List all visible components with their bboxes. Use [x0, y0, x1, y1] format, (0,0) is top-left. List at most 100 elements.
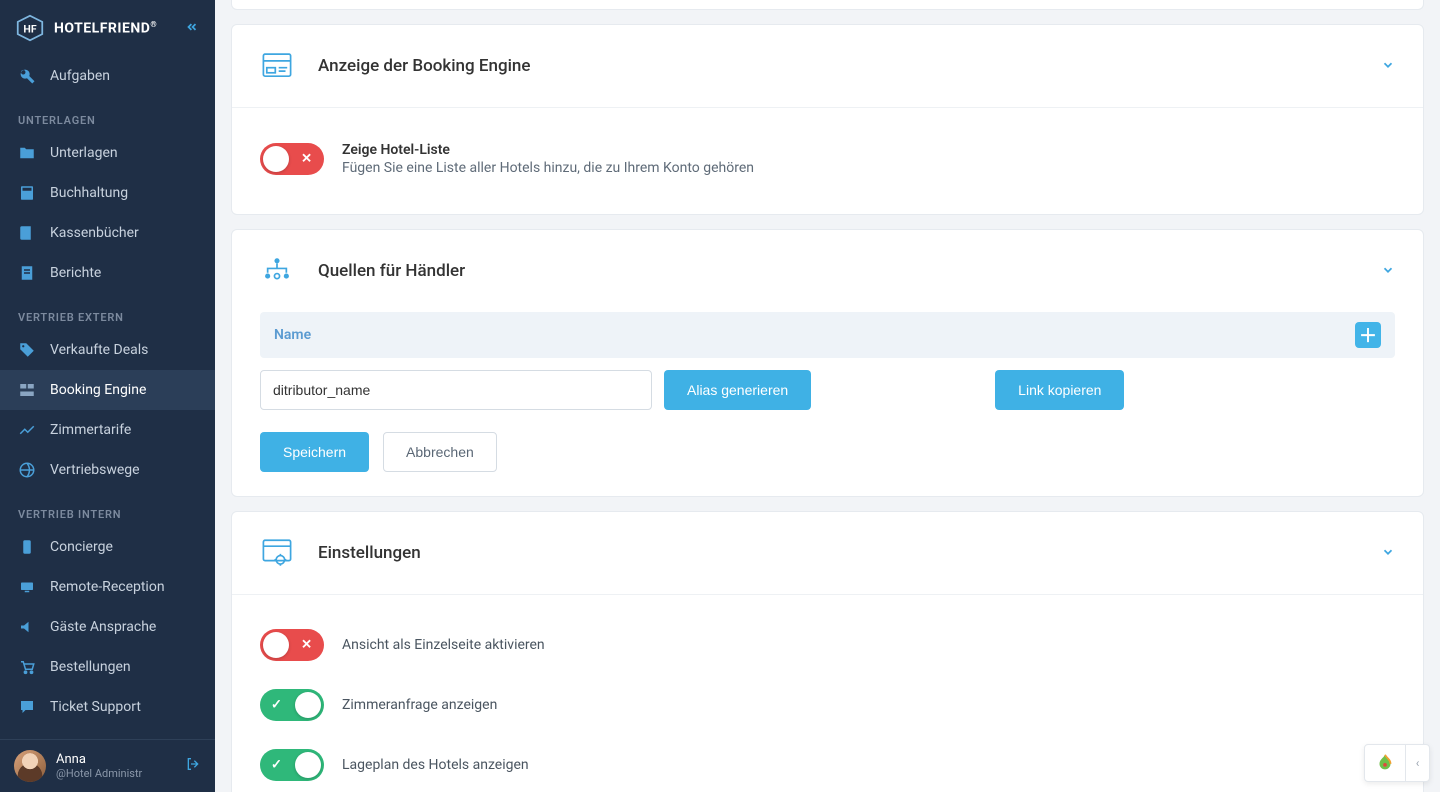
sidebar-item-buchhaltung[interactable]: Buchhaltung — [0, 173, 215, 213]
device-icon — [18, 538, 36, 556]
card-stub-top — [231, 0, 1424, 10]
nav-section-vertrieb-extern: VERTRIEB EXTERN — [0, 293, 215, 330]
cancel-button[interactable]: Abbrechen — [383, 432, 497, 472]
card-header-quellen[interactable]: Quellen für Händler — [232, 230, 1423, 312]
nav-label: Kassenbücher — [50, 225, 139, 241]
x-icon: ✕ — [301, 152, 312, 167]
save-button[interactable]: Speichern — [260, 432, 369, 472]
nav-label: Berichte — [50, 265, 101, 281]
logout-icon[interactable] — [185, 756, 201, 776]
sidebar-item-concierge[interactable]: Concierge — [0, 527, 215, 567]
toggle-hotel-list[interactable]: ✕ — [260, 143, 324, 175]
sidebar-item-remote-reception[interactable]: Remote-Reception — [0, 567, 215, 607]
cart-icon — [18, 658, 36, 676]
toggle-lageplan[interactable]: ✓ — [260, 749, 324, 781]
card-header-einstellungen[interactable]: Einstellungen — [232, 512, 1423, 594]
corner-widget[interactable]: ‹ — [1364, 744, 1430, 782]
nav-section-vertrieb-intern: VERTRIEB INTERN — [0, 490, 215, 527]
toggle-desc: Fügen Sie eine Liste aller Hotels hinzu,… — [342, 160, 1395, 176]
calculator-icon — [18, 184, 36, 202]
nav-label: Concierge — [50, 539, 113, 555]
sidebar-item-vertriebswege[interactable]: Vertriebswege — [0, 450, 215, 490]
nav-section-unterlagen: UNTERLAGEN — [0, 96, 215, 133]
copy-link-button[interactable]: Link kopieren — [995, 370, 1124, 410]
toggle-label: Ansicht als Einzelseite aktivieren — [342, 637, 1395, 653]
sidebar-item-zimmertarife[interactable]: Zimmertarife — [0, 410, 215, 450]
nav-label: Aufgaben — [50, 68, 110, 84]
toggle-knob — [263, 146, 289, 172]
brand-logo-icon: HF — [16, 14, 44, 42]
wrench-icon — [18, 67, 36, 85]
distributor-name-input[interactable] — [260, 370, 652, 410]
toggle-text: Zimmeranfrage anzeigen — [342, 697, 1395, 713]
sidebar-item-berichte[interactable]: Berichte — [0, 253, 215, 293]
card-body-einstellungen: ✕ Ansicht als Einzelseite aktivieren ✓ Z… — [232, 594, 1423, 792]
nav-label: Unterlagen — [50, 145, 118, 161]
toggle-text: Ansicht als Einzelseite aktivieren — [342, 637, 1395, 653]
check-icon: ✓ — [271, 698, 282, 713]
card-body-quellen: Name ＋ Alias generieren Link kopieren Sp… — [232, 312, 1423, 496]
chevron-down-icon — [1381, 262, 1395, 281]
name-header-bar: Name ＋ — [260, 312, 1395, 358]
hierarchy-icon — [260, 254, 294, 288]
globe-icon — [18, 461, 36, 479]
generate-alias-button[interactable]: Alias generieren — [664, 370, 811, 410]
toggle-text: Lageplan des Hotels anzeigen — [342, 757, 1395, 773]
sidebar-item-gaeste-ansprache[interactable]: Gäste Ansprache — [0, 607, 215, 647]
card-title: Quellen für Händler — [318, 261, 465, 281]
name-label: Name — [274, 327, 311, 343]
sidebar-header: HF HOTELFRIEND® — [0, 0, 215, 56]
sidebar-item-unterlagen[interactable]: Unterlagen — [0, 133, 215, 173]
chevron-left-icon: ‹ — [1405, 745, 1429, 781]
sidebar-item-booking-engine[interactable]: Booking Engine — [0, 370, 215, 410]
report-icon — [18, 264, 36, 282]
toggle-einzelseite[interactable]: ✕ — [260, 629, 324, 661]
form-actions: Speichern Abbrechen — [260, 432, 1395, 472]
svg-text:HF: HF — [23, 22, 36, 35]
chat-icon — [18, 698, 36, 716]
sidebar-collapse-button[interactable] — [185, 19, 199, 38]
card-body-booking-display: ✕ Zeige Hotel-Liste Fügen Sie eine Liste… — [232, 107, 1423, 214]
sidebar-item-bestellungen[interactable]: Bestellungen — [0, 647, 215, 687]
card-title: Anzeige der Booking Engine — [318, 56, 531, 76]
nav-label: Verkaufte Deals — [50, 342, 148, 358]
chevron-down-icon — [1381, 544, 1395, 563]
sidebar: HF HOTELFRIEND® Aufgaben UNTERLAGEN Unte… — [0, 0, 215, 792]
toggle-label: Lageplan des Hotels anzeigen — [342, 757, 1395, 773]
card-booking-display: Anzeige der Booking Engine ✕ Zeige Hotel… — [231, 24, 1424, 215]
sidebar-item-ticket-support[interactable]: Ticket Support — [0, 687, 215, 727]
nav-label: Vertriebswege — [50, 462, 140, 478]
chevron-down-icon — [1381, 57, 1395, 76]
booking-engine-icon — [18, 381, 36, 399]
widget-logo-icon — [1365, 745, 1405, 781]
toggle-label: Zimmeranfrage anzeigen — [342, 697, 1395, 713]
nav-label: Remote-Reception — [50, 579, 165, 595]
toggle-row-lageplan: ✓ Lageplan des Hotels anzeigen — [260, 735, 1395, 792]
card-header-booking-display[interactable]: Anzeige der Booking Engine — [232, 25, 1423, 107]
sidebar-item-aufgaben[interactable]: Aufgaben — [0, 56, 215, 96]
check-icon: ✓ — [271, 758, 282, 773]
sidebar-nav: Aufgaben UNTERLAGEN Unterlagen Buchhaltu… — [0, 56, 215, 739]
reception-icon — [18, 578, 36, 596]
nav-label: Gäste Ansprache — [50, 619, 156, 635]
sidebar-item-verkaufte-deals[interactable]: Verkaufte Deals — [0, 330, 215, 370]
sidebar-footer: Anna @Hotel Administr — [0, 739, 215, 792]
speaker-icon — [18, 618, 36, 636]
chart-icon — [18, 421, 36, 439]
toggle-row-einzelseite: ✕ Ansicht als Einzelseite aktivieren — [260, 615, 1395, 675]
sidebar-item-kassenbuecher[interactable]: Kassenbücher — [0, 213, 215, 253]
nav-label: Ticket Support — [50, 699, 141, 715]
toggle-title: Zeige Hotel-Liste — [342, 142, 1395, 158]
toggle-row-hotel-list: ✕ Zeige Hotel-Liste Fügen Sie eine Liste… — [260, 128, 1395, 190]
settings-panel-icon — [260, 536, 294, 570]
card-title: Einstellungen — [318, 543, 421, 563]
user-meta: Anna @Hotel Administr — [56, 752, 175, 780]
toggle-knob — [263, 632, 289, 658]
card-quellen: Quellen für Händler Name ＋ Alias generie… — [231, 229, 1424, 497]
add-distributor-button[interactable]: ＋ — [1355, 322, 1381, 348]
user-avatar[interactable] — [14, 750, 46, 782]
toggle-zimmeranfrage[interactable]: ✓ — [260, 689, 324, 721]
distributor-form-row: Alias generieren Link kopieren — [260, 370, 1395, 410]
nav-label: Buchhaltung — [50, 185, 128, 201]
main-content: Anzeige der Booking Engine ✕ Zeige Hotel… — [215, 0, 1440, 792]
